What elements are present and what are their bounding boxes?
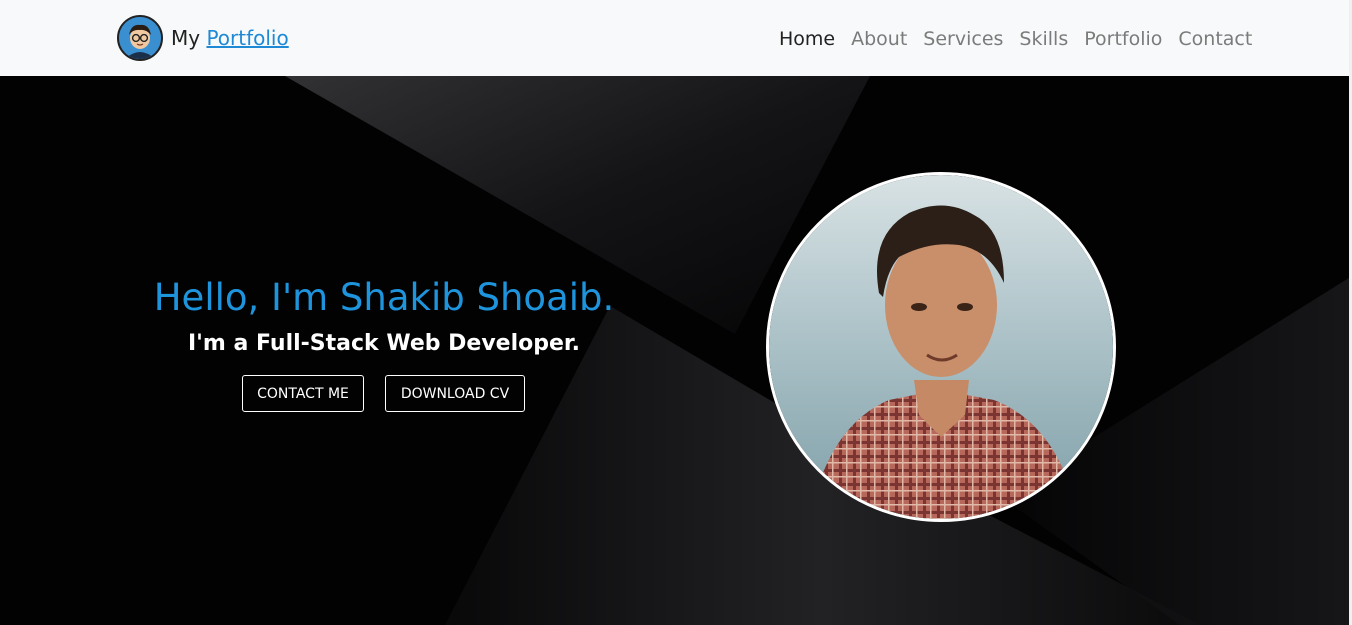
nav-contact[interactable]: Contact <box>1170 26 1260 52</box>
brand-text: My Portfolio <box>171 26 289 50</box>
contact-me-button[interactable]: CONTACT ME <box>242 375 364 412</box>
nav-skills[interactable]: Skills <box>1011 26 1076 52</box>
nav-home[interactable]: Home <box>771 26 843 52</box>
hero-tagline: I'm a Full-Stack Web Developer. <box>187 331 580 356</box>
hero-section: Hello, I'm Shakib Shoaib. I'm a Full-Sta… <box>0 76 1352 625</box>
nav-about[interactable]: About <box>843 26 915 52</box>
nav-portfolio[interactable]: Portfolio <box>1076 26 1170 52</box>
nav-services[interactable]: Services <box>915 26 1011 52</box>
brand-portfolio-link[interactable]: Portfolio <box>206 26 288 50</box>
brand-prefix: My <box>171 26 201 50</box>
brand[interactable]: My Portfolio <box>117 13 289 63</box>
profile-photo <box>766 172 1116 522</box>
nav-menu: Home About Services Skills Portfolio Con… <box>771 26 1260 52</box>
download-cv-button[interactable]: DOWNLOAD CV <box>385 375 525 412</box>
avatar-logo-icon[interactable] <box>117 15 163 61</box>
profile-photo-image <box>769 175 1113 519</box>
navbar: My Portfolio Home About Services Skills … <box>0 0 1352 76</box>
hero-greeting: Hello, I'm Shakib Shoaib. <box>153 276 615 319</box>
